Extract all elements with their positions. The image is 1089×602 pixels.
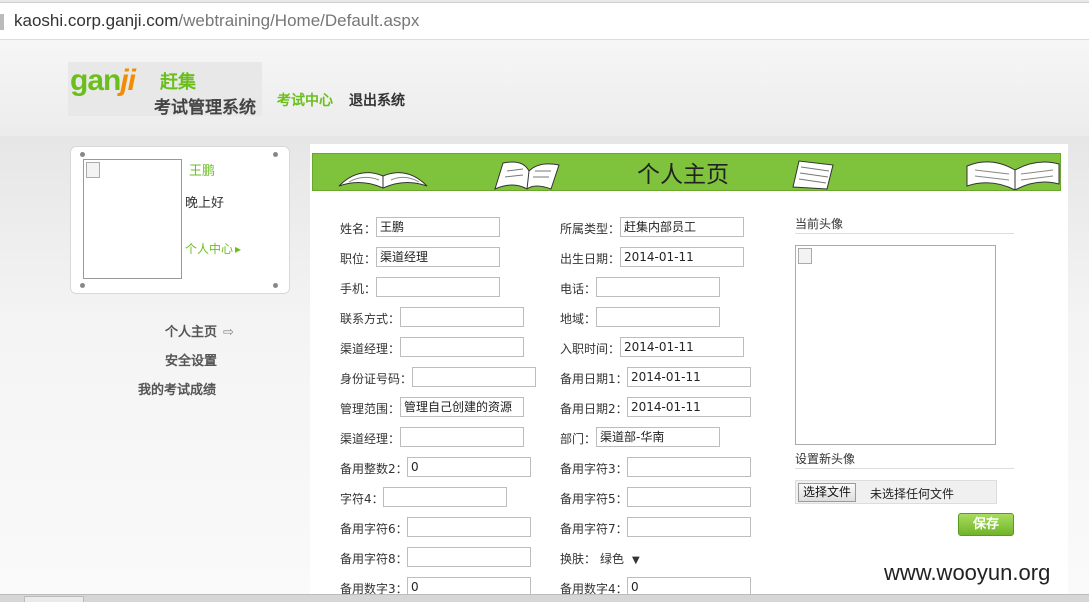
type-field[interactable]: 赶集内部员工 xyxy=(620,217,744,237)
char4-field[interactable] xyxy=(383,487,507,507)
date1-field[interactable]: 2014-01-11 xyxy=(627,367,751,387)
url-field[interactable]: kaoshi.corp.ganji.com/webtraining/Home/D… xyxy=(14,11,419,31)
scope-field[interactable]: 管理自己创建的资源 xyxy=(400,397,524,417)
current-avatar-title: 当前头像 xyxy=(795,217,844,231)
position-field[interactable]: 渠道经理 xyxy=(376,247,500,267)
birthdate-field[interactable]: 2014-01-11 xyxy=(620,247,744,267)
label-hire-date: 入职时间： xyxy=(560,342,621,356)
region-field[interactable] xyxy=(596,307,720,327)
bottom-tab[interactable] xyxy=(24,596,84,602)
label-mobile: 手机： xyxy=(340,282,377,296)
label-region: 地域： xyxy=(560,312,597,326)
save-button[interactable]: 保存 xyxy=(958,513,1014,536)
page-icon xyxy=(0,14,4,30)
char3-field[interactable] xyxy=(627,457,751,477)
caret-down-icon: ▼ xyxy=(632,555,640,566)
label-scope: 管理范围： xyxy=(340,402,401,416)
char8-field[interactable] xyxy=(407,547,531,567)
personal-center-link[interactable]: 个人中心 ▸ xyxy=(185,240,241,257)
name-field[interactable]: 王鹏 xyxy=(376,217,500,237)
phone-field[interactable] xyxy=(596,277,720,297)
label-char8: 备用字符8： xyxy=(340,552,408,566)
screw-icon xyxy=(80,283,85,288)
date2-field[interactable]: 2014-01-11 xyxy=(627,397,751,417)
book-icon xyxy=(966,161,1060,190)
book-icon xyxy=(494,161,560,190)
sidebar-item-home[interactable]: 个人主页 ⇨ xyxy=(165,321,234,340)
label-date2: 备用日期2： xyxy=(560,402,628,416)
user-name[interactable]: 王鹏 xyxy=(189,160,215,179)
user-avatar xyxy=(83,159,182,279)
broken-image-icon xyxy=(798,248,812,264)
logo-chinese: 赶集 xyxy=(160,72,196,93)
contact-field[interactable] xyxy=(400,307,524,327)
screw-icon xyxy=(273,283,278,288)
label-char5: 备用字符5： xyxy=(560,492,628,506)
label-birthdate: 出生日期： xyxy=(560,252,621,266)
char6-field[interactable] xyxy=(407,517,531,537)
divider xyxy=(795,468,1014,469)
label-department: 部门： xyxy=(560,432,597,446)
logo-wordmark: ganji xyxy=(70,64,136,97)
label-skin: 换肤： xyxy=(560,552,597,566)
label-channel-manager: 渠道经理： xyxy=(340,342,401,356)
user-card: 王鹏 晚上好 个人中心 ▸ xyxy=(70,146,290,294)
id-number-field[interactable] xyxy=(412,367,536,387)
label-contact: 联系方式： xyxy=(340,312,401,326)
sidebar-item-exam-scores[interactable]: 我的考试成绩 xyxy=(138,379,216,398)
ganji-logo[interactable]: ganji 赶集 考试管理系统 xyxy=(68,62,262,118)
broken-image-icon xyxy=(86,162,100,178)
label-position: 职位： xyxy=(340,252,377,266)
page-title: 个人主页 xyxy=(637,162,729,188)
url-path: /webtraining/Home/Default.aspx xyxy=(178,11,420,30)
site-header: ganji 赶集 考试管理系统 考试中心 退出系统 xyxy=(0,40,1089,136)
char5-field[interactable] xyxy=(627,487,751,507)
book-icon xyxy=(338,172,428,189)
hire-date-field[interactable]: 2014-01-11 xyxy=(620,337,744,357)
divider xyxy=(795,233,1014,234)
browser-address-bar: kaoshi.corp.ganji.com/webtraining/Home/D… xyxy=(0,0,1089,40)
label-channel-manager-2: 渠道经理： xyxy=(340,432,401,446)
label-name: 姓名： xyxy=(340,222,377,236)
page-banner: 个人主页 xyxy=(312,153,1061,191)
choose-file-button[interactable]: 选择文件 xyxy=(798,483,857,502)
arrow-right-icon: ▸ xyxy=(235,242,242,256)
label-char4: 字符4： xyxy=(340,492,384,506)
file-input[interactable]: 选择文件 未选择任何文件 xyxy=(795,480,997,504)
label-char7: 备用字符7： xyxy=(560,522,628,536)
url-host: kaoshi.corp.ganji.com xyxy=(14,11,179,30)
watermark: www.wooyun.org xyxy=(884,560,1051,585)
browser-tab-strip xyxy=(0,0,1089,3)
current-avatar-image xyxy=(795,245,996,445)
nav-logout[interactable]: 退出系统 xyxy=(349,90,405,110)
char7-field[interactable] xyxy=(627,517,751,537)
screw-icon xyxy=(80,152,85,157)
sidebar-item-security[interactable]: 安全设置 xyxy=(165,350,217,369)
skin-select[interactable]: 绿色 ▼ xyxy=(600,550,640,567)
mobile-field[interactable] xyxy=(376,277,500,297)
label-int2: 备用整数2： xyxy=(340,462,408,476)
arrow-right-icon: ⇨ xyxy=(223,325,234,340)
label-type: 所属类型： xyxy=(560,222,621,236)
file-status: 未选择任何文件 xyxy=(870,487,955,501)
int2-field[interactable]: 0 xyxy=(407,457,531,477)
greeting: 晚上好 xyxy=(185,196,225,211)
label-char3: 备用字符3： xyxy=(560,462,628,476)
label-char6: 备用字符6： xyxy=(340,522,408,536)
channel-manager-field[interactable] xyxy=(400,337,524,357)
label-date1: 备用日期1： xyxy=(560,372,628,386)
screw-icon xyxy=(273,152,278,157)
book-icon xyxy=(792,160,834,190)
new-avatar-title: 设置新头像 xyxy=(795,452,856,466)
label-id-number: 身份证号码： xyxy=(340,372,413,386)
channel-manager-2-field[interactable] xyxy=(400,427,524,447)
nav-exam-center[interactable]: 考试中心 xyxy=(277,90,333,110)
browser-bottom-bar xyxy=(0,594,1089,602)
department-field[interactable]: 渠道部-华南 xyxy=(596,427,720,447)
system-title: 考试管理系统 xyxy=(154,98,256,118)
label-phone: 电话： xyxy=(560,282,597,296)
